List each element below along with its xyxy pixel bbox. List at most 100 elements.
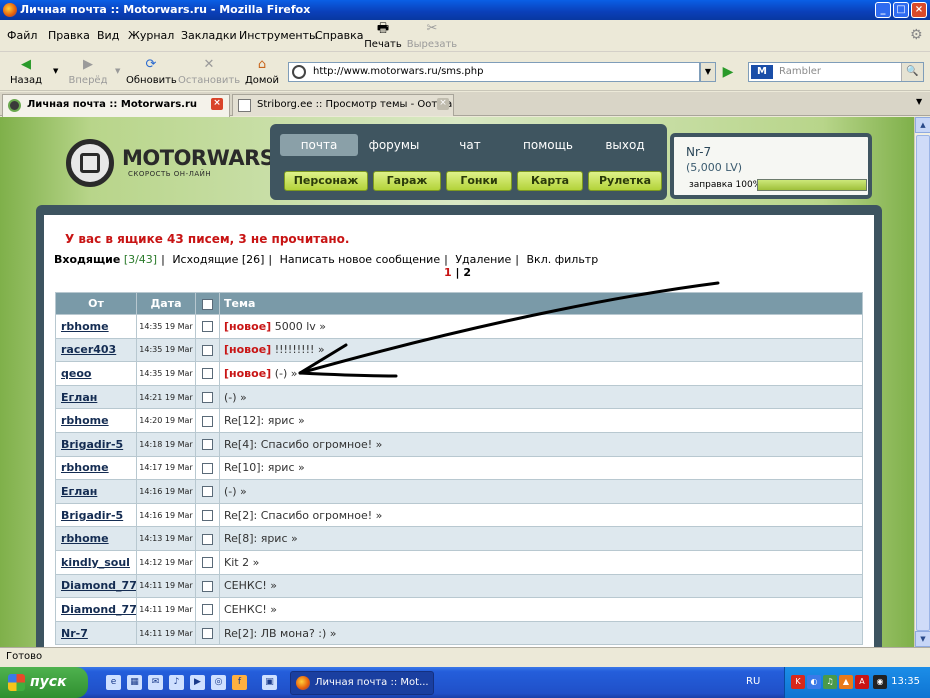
- nav-races[interactable]: Гонки: [446, 171, 512, 191]
- nav-map[interactable]: Карта: [517, 171, 583, 191]
- message-checkbox[interactable]: [202, 415, 213, 427]
- motorwars-logo-icon[interactable]: [66, 139, 114, 187]
- message-checkbox[interactable]: [202, 533, 213, 545]
- menu-bookmarks[interactable]: Закладки: [181, 29, 237, 42]
- message-subject-cell[interactable]: Re[12]: ярис »: [219, 408, 863, 433]
- delete-link[interactable]: Удаление: [455, 253, 511, 266]
- message-subject[interactable]: 5000 lv »: [275, 320, 326, 333]
- url-input[interactable]: http://www.motorwars.ru/sms.php: [288, 62, 700, 82]
- page-2-link[interactable]: 2: [463, 266, 471, 279]
- message-subject[interactable]: Re[10]: ярис »: [224, 461, 305, 474]
- message-subject-cell[interactable]: Kit 2 »: [219, 549, 863, 575]
- language-indicator[interactable]: RU: [746, 676, 760, 687]
- tab-personal-mail[interactable]: Личная почта :: Motorwars.ru ×: [2, 94, 230, 117]
- home-button[interactable]: ⌂ Домой: [243, 57, 281, 86]
- url-history-dropdown[interactable]: ▼: [700, 62, 716, 82]
- message-checkbox[interactable]: [202, 321, 213, 333]
- cut-button[interactable]: ✂ Вырезать: [406, 21, 458, 50]
- message-sender-link[interactable]: rbhome: [61, 414, 109, 427]
- user-name[interactable]: Nr-7: [686, 145, 711, 159]
- nav-roulette[interactable]: Рулетка: [588, 171, 662, 191]
- message-sender-link[interactable]: Diamond_77: [61, 579, 136, 592]
- message-sender-link[interactable]: racer403: [61, 343, 116, 356]
- search-input[interactable]: M Rambler 🔍: [748, 62, 924, 82]
- message-subject-cell[interactable]: (-) »: [219, 384, 863, 410]
- message-checkbox[interactable]: [202, 510, 213, 522]
- nav-logout[interactable]: выход: [586, 134, 664, 156]
- print-button[interactable]: 🖶 Печать: [364, 21, 402, 50]
- ati-tray-icon[interactable]: A: [855, 675, 869, 689]
- message-sender-link[interactable]: Brigadir-5: [61, 438, 123, 451]
- vertical-scrollbar[interactable]: ▲ ▼: [914, 117, 930, 647]
- quicklaunch-icon[interactable]: ▦: [127, 675, 142, 690]
- menu-edit[interactable]: Правка: [48, 29, 90, 42]
- nav-help[interactable]: помощь: [509, 134, 587, 156]
- nav-garage[interactable]: Гараж: [373, 171, 441, 191]
- menu-file[interactable]: Файл: [7, 29, 37, 42]
- message-subject[interactable]: Re[12]: ярис »: [224, 414, 305, 427]
- firefox-quicklaunch-icon[interactable]: f: [232, 675, 247, 690]
- message-sender-link[interactable]: rbhome: [61, 461, 109, 474]
- quicklaunch-icon[interactable]: ◎: [211, 675, 226, 690]
- message-subject-cell[interactable]: (-) »: [219, 479, 863, 504]
- close-tab-icon[interactable]: ×: [211, 98, 223, 110]
- message-sender-link[interactable]: kindly_soul: [61, 556, 130, 569]
- nav-mail[interactable]: почта: [280, 134, 358, 156]
- message-subject-cell[interactable]: СЕНКС! »: [219, 597, 863, 622]
- message-checkbox[interactable]: [202, 557, 213, 569]
- message-subject[interactable]: (-) »: [275, 367, 298, 380]
- message-sender-link[interactable]: Brigadir-5: [61, 509, 123, 522]
- message-subject-cell[interactable]: Re[10]: ярис »: [219, 455, 863, 481]
- column-subject[interactable]: Тема: [219, 292, 863, 315]
- quicklaunch-icon[interactable]: ♪: [169, 675, 184, 690]
- message-sender-link[interactable]: Еглан: [61, 485, 97, 498]
- taskbar-firefox-window[interactable]: Личная почта :: Mot...: [290, 671, 434, 695]
- menu-tools[interactable]: Инструменты: [239, 29, 318, 42]
- menu-history[interactable]: Журнал: [128, 29, 174, 42]
- select-all-checkbox[interactable]: [195, 292, 220, 315]
- message-subject[interactable]: Re[8]: ярис »: [224, 532, 298, 545]
- start-button[interactable]: пуск: [0, 667, 88, 698]
- reload-button[interactable]: ⟳ Обновить: [126, 57, 177, 86]
- message-subject[interactable]: СЕНКС! »: [224, 579, 277, 592]
- close-tab-icon[interactable]: ×: [437, 98, 449, 110]
- nav-chat[interactable]: чат: [431, 134, 509, 156]
- stop-button[interactable]: ✕ Остановить: [178, 57, 240, 86]
- tray-icon[interactable]: ♫: [823, 675, 837, 689]
- go-button[interactable]: ▶: [718, 62, 738, 82]
- message-subject-cell[interactable]: Re[2]: Спасибо огромное! »: [219, 502, 863, 528]
- compose-link[interactable]: Написать новое сообщение: [280, 253, 440, 266]
- tab-striborg[interactable]: Striborg.ee :: Просмотр темы - Oот та...…: [232, 94, 454, 116]
- message-checkbox[interactable]: [202, 486, 213, 498]
- message-subject[interactable]: Re[4]: Спасибо огромное! »: [224, 438, 382, 451]
- message-checkbox[interactable]: [202, 368, 213, 380]
- message-subject[interactable]: (-) »: [224, 391, 247, 404]
- message-checkbox[interactable]: [202, 392, 213, 404]
- back-history-dropdown[interactable]: ▼: [53, 67, 58, 75]
- message-checkbox[interactable]: [202, 628, 213, 640]
- quicklaunch-icon[interactable]: ✉: [148, 675, 163, 690]
- message-sender-link[interactable]: rbhome: [61, 320, 109, 333]
- scroll-up-icon[interactable]: ▲: [915, 117, 930, 133]
- quicklaunch-icon[interactable]: ▣: [262, 675, 277, 690]
- menu-help[interactable]: Справка: [315, 29, 363, 42]
- column-date[interactable]: Дата: [136, 292, 196, 315]
- scroll-down-icon[interactable]: ▼: [915, 631, 930, 647]
- message-sender-link[interactable]: Nr-7: [61, 627, 88, 640]
- forward-history-dropdown[interactable]: ▼: [115, 67, 120, 75]
- back-button[interactable]: ◀ Назад: [6, 57, 46, 86]
- message-subject[interactable]: СЕНКС! »: [224, 603, 277, 616]
- message-sender-link[interactable]: Еглан: [61, 391, 97, 404]
- message-sender-link[interactable]: Diamond_77: [61, 603, 136, 616]
- close-button[interactable]: ×: [911, 2, 927, 18]
- message-checkbox[interactable]: [202, 604, 213, 616]
- message-checkbox[interactable]: [202, 580, 213, 592]
- message-checkbox[interactable]: [202, 462, 213, 474]
- message-subject-cell[interactable]: Re[8]: ярис »: [219, 526, 863, 551]
- menu-view[interactable]: Вид: [97, 29, 119, 42]
- message-subject[interactable]: Re[2]: ЛВ мона? :) »: [224, 627, 337, 640]
- message-subject-cell[interactable]: [новое] (-) »: [219, 361, 863, 386]
- nav-forums[interactable]: форумы: [355, 134, 433, 156]
- maximize-button[interactable]: □: [893, 2, 909, 18]
- message-subject[interactable]: (-) »: [224, 485, 247, 498]
